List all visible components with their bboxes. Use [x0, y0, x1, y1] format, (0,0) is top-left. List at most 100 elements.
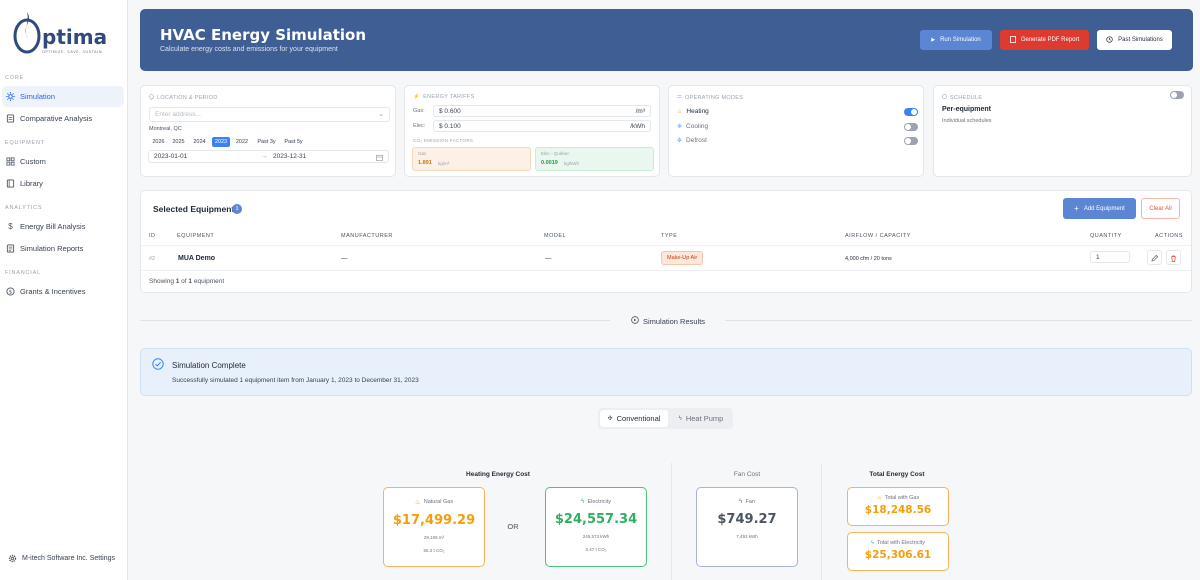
- add-equipment-button[interactable]: + Add Equipment: [1063, 198, 1136, 219]
- column-header-quantity: QUANTITY: [1090, 233, 1122, 239]
- heating-toggle[interactable]: [904, 108, 918, 116]
- defrost-toggle[interactable]: [904, 137, 918, 145]
- sidebar-item-simulation-reports[interactable]: Simulation Reports: [2, 238, 124, 259]
- book-icon: [6, 179, 15, 188]
- delete-button[interactable]: [1166, 250, 1181, 265]
- natural-gas-emissions: 55.2 t CO₂: [423, 548, 445, 553]
- past-5y-chip[interactable]: Past 5y: [282, 137, 305, 147]
- schedule-card-title: SCHEDULE: [942, 94, 982, 101]
- year-2024-chip[interactable]: 2024: [191, 137, 208, 147]
- bolt-icon: ϟ: [871, 540, 874, 546]
- clock-icon: [942, 94, 947, 101]
- year-2025-chip[interactable]: 2025: [170, 137, 187, 147]
- past-3y-chip[interactable]: Past 3y: [255, 137, 278, 147]
- fan-icon: ✣: [607, 416, 613, 422]
- play-circle-icon: [631, 316, 639, 326]
- year-2022-chip[interactable]: 2022: [233, 137, 251, 147]
- section-financial-label: FINANCIAL: [5, 270, 41, 276]
- settings-button[interactable]: M-itech Software Inc. Settings: [2, 548, 124, 568]
- total-elec-label-text: Total with Electricity: [876, 540, 925, 546]
- showing-text: Showing 1 of 1 equipment: [149, 278, 224, 285]
- schedule-toggle[interactable]: [1170, 91, 1184, 99]
- bolt-icon: ϟ: [678, 415, 682, 422]
- sidebar-item-label: Grants & Incentives: [20, 287, 86, 296]
- sidebar-item-simulation[interactable]: Simulation: [2, 86, 124, 107]
- address-input[interactable]: Enter address... ⌄: [149, 107, 390, 122]
- coin-icon: $: [6, 287, 15, 296]
- file-icon: [1009, 35, 1016, 45]
- electricity-consumption: 245,573 kWh: [582, 534, 610, 539]
- tab-conventional[interactable]: ✣ Conventional: [600, 410, 668, 427]
- flame-icon: ♨: [876, 495, 882, 501]
- clear-all-button[interactable]: Clear All: [1141, 198, 1180, 219]
- svg-text:ptima: ptima: [42, 25, 107, 49]
- total-gas-label: ♨ Total with Gas: [848, 495, 948, 501]
- mode-heating: ♨ Heating: [677, 108, 709, 115]
- past-simulations-button[interactable]: Past Simulations: [1097, 30, 1172, 50]
- row-id: #2: [149, 256, 156, 262]
- edit-button[interactable]: [1147, 250, 1162, 265]
- cooling-toggle[interactable]: [904, 123, 918, 131]
- sidebar-item-label: Library: [20, 179, 43, 188]
- fan-cost-heading: Fan Cost: [733, 471, 761, 478]
- column-header-id: ID: [149, 233, 156, 239]
- tab-heat-pump[interactable]: ϟ Heat Pump: [671, 410, 731, 427]
- sidebar-item-grants-incentives[interactable]: $ Grants & Incentives: [2, 281, 124, 302]
- svg-text:$: $: [9, 289, 12, 295]
- generate-pdf-label: Generate PDF Report: [1020, 37, 1080, 43]
- sidebar-item-label: Energy Bill Analysis: [20, 222, 86, 231]
- showing-prefix: Showing: [149, 278, 176, 285]
- date-range-input[interactable]: 2023-01-01 → 2023-12-31: [148, 150, 389, 163]
- column-header-model: MODEL: [544, 233, 567, 239]
- row-manufacturer: —: [341, 255, 348, 262]
- sidebar-item-library[interactable]: Library: [2, 173, 124, 194]
- sun-icon: [6, 92, 15, 101]
- gas-factor-value: 1.891: [418, 160, 432, 166]
- address-placeholder: Enter address...: [155, 111, 201, 118]
- bolt-icon: ϟ: [581, 498, 585, 505]
- generate-pdf-button[interactable]: Generate PDF Report: [1000, 30, 1089, 50]
- operating-modes-card: OPERATING MODES ♨ Heating ❄ Cooling ✼ De…: [668, 85, 924, 177]
- section-core-label: CORE: [5, 75, 25, 81]
- past-simulations-label: Past Simulations: [1118, 37, 1163, 43]
- showing-suffix: equipment: [192, 278, 225, 285]
- elec-emission-factor-box: Elec - Québec 0.0019 kg/kWh: [535, 147, 654, 171]
- elec-tariff-input[interactable]: $ 0.100 /kWh: [433, 120, 651, 132]
- electricity-cost-value: $24,557.34: [554, 512, 638, 527]
- year-2023-chip[interactable]: 2023: [212, 137, 230, 147]
- year-2026-chip[interactable]: 2026: [150, 137, 167, 147]
- sidebar-item-label: Simulation Reports: [20, 244, 84, 253]
- tariffs-card-title: ⚡ ENERGY TARIFFS: [413, 94, 474, 100]
- date-range-arrow: →: [261, 153, 268, 160]
- schedule-mode: Per-equipment: [942, 106, 992, 113]
- fan-consumption: 7,493 kWh: [736, 534, 758, 539]
- simulation-complete-title: Simulation Complete: [172, 361, 246, 370]
- column-header-type: TYPE: [661, 233, 678, 239]
- mode-cooling: ❄ Cooling: [677, 123, 708, 130]
- sidebar-item-energy-bill-analysis[interactable]: $ Energy Bill Analysis: [2, 216, 124, 237]
- tariffs-title-label: ENERGY TARIFFS: [423, 94, 475, 100]
- sliders-icon: [677, 94, 682, 101]
- column-header-airflow: AIRFLOW / CAPACITY: [845, 233, 911, 239]
- tab-heat-pump-label: Heat Pump: [685, 414, 724, 423]
- flame-icon: ♨: [414, 499, 421, 506]
- bolt-icon: ϟ: [739, 498, 743, 505]
- natural-gas-label: ♨ Natural Gas: [384, 498, 484, 506]
- electricity-label: ϟ Electricity: [546, 498, 646, 505]
- results-divider-left: [140, 320, 610, 321]
- pin-icon: [149, 94, 154, 102]
- sidebar-item-label: Simulation: [20, 92, 56, 101]
- sidebar: ptima OPTIMIZE. SAVE. SUSTAIN CORE Simul…: [0, 0, 128, 580]
- location-card-title: LOCATION & PERIOD: [149, 94, 218, 102]
- total-gas-value: $18,248.56: [864, 504, 932, 516]
- sidebar-item-custom[interactable]: Custom: [2, 151, 124, 172]
- gas-tariff-input[interactable]: $ 0.600 /m³: [433, 105, 651, 117]
- trash-icon: [1170, 249, 1177, 267]
- sidebar-item-comparative-analysis[interactable]: Comparative Analysis: [2, 108, 124, 129]
- mode-defrost-label: Defrost: [686, 137, 707, 144]
- run-simulation-button[interactable]: ▶ Run Simulation: [920, 30, 992, 50]
- row-quantity-input[interactable]: 1: [1090, 251, 1130, 263]
- simulation-results-label: Simulation Results: [642, 316, 706, 326]
- electricity-label-text: Electricity: [587, 498, 611, 505]
- end-date: 2023-12-31: [273, 153, 307, 160]
